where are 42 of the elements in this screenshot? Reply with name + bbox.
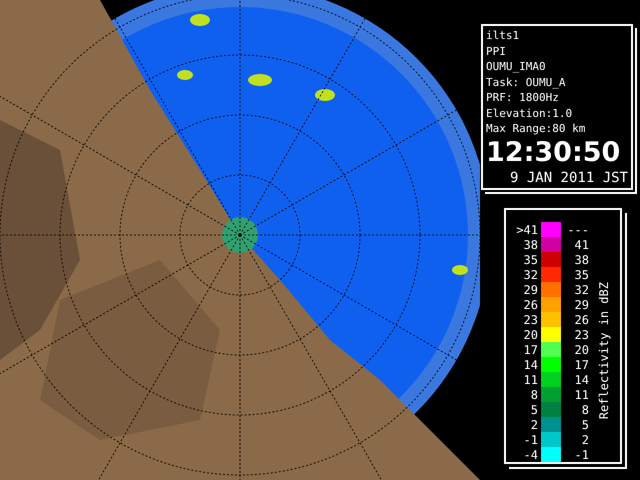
legend-low-value: 35 <box>522 252 539 266</box>
legend-low-value: 2 <box>530 418 539 432</box>
legend-high-value: --- <box>566 222 589 236</box>
legend-high-value: 41 <box>574 238 589 252</box>
info-text: Max Range:80 km <box>486 121 586 136</box>
legend-high-value: 32 <box>574 282 589 296</box>
legend-low-value: 38 <box>522 238 539 252</box>
info-text: OUMU_IMA0 <box>486 59 547 74</box>
legend-high-value: -1 <box>574 448 589 462</box>
info-text: PPI <box>486 44 507 59</box>
legend-title: Reflectivity in dBZ <box>597 282 611 420</box>
legend-low-value: -1 <box>522 432 539 446</box>
legend-low-value: 32 <box>522 268 539 282</box>
legend-low-value: -4 <box>522 448 539 462</box>
legend-low-value: 8 <box>530 388 539 402</box>
legend-low-value: 20 <box>522 328 539 342</box>
legend-high-value: 20 <box>574 342 589 356</box>
legend-low-value: 11 <box>522 372 539 386</box>
legend-low-value: 23 <box>522 312 539 326</box>
info-text: PRF: 1800Hz <box>486 90 560 106</box>
legend-high-value: 11 <box>574 388 589 402</box>
legend-high-value: 8 <box>580 402 589 416</box>
legend-high-value: 14 <box>574 372 589 386</box>
info-text: Elevation:1.0 <box>486 106 574 121</box>
legend-low-value: 17 <box>522 342 539 356</box>
legend-high-value: 2 <box>580 432 589 446</box>
legend-high-value: 5 <box>580 418 589 432</box>
time-text: 12:30:50 <box>486 136 622 168</box>
legend-high-value: 38 <box>574 252 589 266</box>
info-text: ilts1 <box>486 28 520 44</box>
legend-low-value: >41 <box>515 222 539 236</box>
legend-low-value: 5 <box>530 402 539 416</box>
legend-high-value: 26 <box>574 312 589 326</box>
info-text: Task: OUMU_A <box>486 74 566 90</box>
legend-low-value: 26 <box>522 298 539 312</box>
date-text: 9 JAN 2011 JST <box>508 168 628 186</box>
legend-low-value: 29 <box>522 282 539 296</box>
legend-high-value: 35 <box>574 268 589 282</box>
legend-low-value: 14 <box>522 358 539 372</box>
legend-high-value: 29 <box>574 298 589 312</box>
legend-high-value: 23 <box>574 328 589 342</box>
legend-high-value: 17 <box>574 358 589 372</box>
